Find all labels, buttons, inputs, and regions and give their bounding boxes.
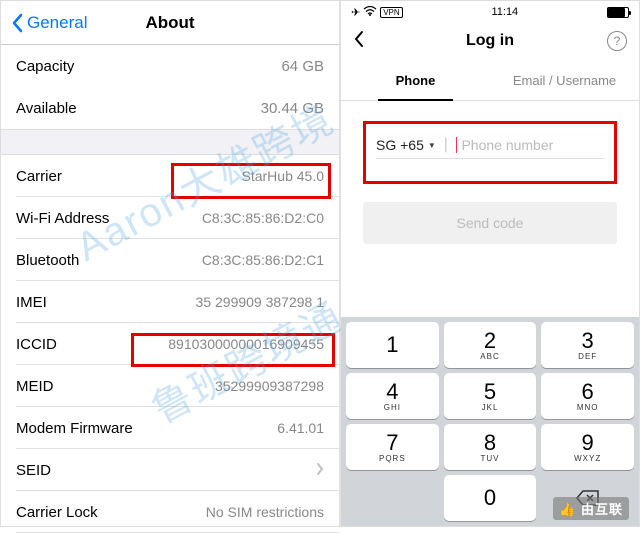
row-label: Wi-Fi Address [16,210,109,227]
chevron-left-icon [11,13,23,33]
status-bar: ✈ VPN 11:14 [341,1,639,21]
letters: GHI [384,403,401,412]
wifi-icon [363,6,377,19]
numeric-keypad: 12ABC3DEF4GHI5JKL6MNO7PQRS8TUV9WXYZ0 [341,317,639,526]
digit: 4 [386,381,398,403]
digit-key-7[interactable]: 7PQRS [346,424,439,470]
tab-phone[interactable]: Phone [341,61,490,101]
airplane-icon: ✈ [351,6,360,19]
label: Capacity [16,58,74,75]
settings-about-panel: General About Capacity 64 GB Available 3… [1,1,341,526]
blank-key [346,475,439,521]
value: 30.44 GB [261,100,324,117]
chevron-left-icon [353,29,365,49]
letters: TUV [481,454,500,463]
country-code: SG +65 [376,137,424,153]
digit: 3 [582,330,594,352]
table-row: ICCID 89103000000016909455 [1,323,339,365]
caret-down-icon: ▼ [428,141,436,150]
tab-email[interactable]: Email / Username [490,61,639,101]
table-row: Bluetooth C8:3C:85:86:D2:C1 [1,239,339,281]
letters: ABC [480,352,499,361]
value: 64 GB [281,58,324,75]
login-title: Log in [466,32,514,50]
digit-key-6[interactable]: 6MNO [541,373,634,419]
login-header: Log in ? [341,21,639,61]
digit-key-8[interactable]: 8TUV [444,424,537,470]
row-value: 35299909387298 [215,378,324,394]
nav-header: General About [1,1,339,45]
table-row: IMEI 35 299909 387298 1 [1,281,339,323]
digit: 6 [582,381,594,403]
help-button[interactable]: ? [607,31,627,51]
row-label: Bluetooth [16,252,79,269]
back-button[interactable]: General [11,13,87,33]
status-right [607,7,629,18]
send-code-button[interactable]: Send code [363,202,617,244]
row-value: No SIM restrictions [206,504,324,520]
digit: 1 [386,334,398,356]
row-value: 89103000000016909455 [168,336,324,352]
digit-key-2[interactable]: 2ABC [444,322,537,368]
row-value: C8:3C:85:86:D2:C0 [202,210,324,226]
digit: 8 [484,432,496,454]
digit: 9 [582,432,594,454]
login-panel: ✈ VPN 11:14 Log in ? Phone Email / Usern… [341,1,639,526]
letters: WXYZ [574,454,601,463]
digit: 2 [484,330,496,352]
digit-key-1[interactable]: 1 [346,322,439,368]
digit-key-3[interactable]: 3DEF [541,322,634,368]
battery-icon [607,7,629,18]
table-row: Carrier StarHub 45.0 [1,155,339,197]
table-row: MEID 35299909387298 [1,365,339,407]
row-available: Available 30.44 GB [1,87,339,129]
login-back-button[interactable] [353,29,365,54]
table-row: Modem Firmware 6.41.01 [1,407,339,449]
chevron-right-icon [316,462,324,479]
status-time: 11:14 [491,6,518,18]
letters: JKL [482,403,499,412]
phone-input-area: SG +65 ▼ | Phone number [341,101,639,184]
digit-key-0[interactable]: 0 [444,475,537,521]
table-row[interactable]: SEID [1,449,339,491]
back-label: General [27,13,87,33]
row-capacity: Capacity 64 GB [1,45,339,87]
row-label: IMEI [16,294,47,311]
digit-key-4[interactable]: 4GHI [346,373,439,419]
country-code-selector[interactable]: SG +65 ▼ [376,137,436,153]
info-table: Carrier StarHub 45.0 Wi-Fi Address C8:3C:85… [1,155,339,533]
section-gap [1,129,339,155]
row-label: Carrier Lock [16,504,98,521]
table-row: Wi-Fi Address C8:3C:85:86:D2:C0 [1,197,339,239]
digit: 0 [484,487,496,509]
row-label: ICCID [16,336,57,353]
row-value: StarHub 45.0 [242,168,325,184]
row-label: Modem Firmware [16,420,133,437]
row-label: SEID [16,462,51,479]
corner-watermark: 👍 由互联 [553,497,629,520]
phone-input-highlight: SG +65 ▼ | Phone number [363,121,617,184]
letters: MNO [577,403,599,412]
separator: | [444,136,448,154]
row-label: MEID [16,378,54,395]
row-value: C8:3C:85:86:D2:C1 [202,252,324,268]
digit: 5 [484,381,496,403]
status-left: ✈ VPN [351,6,403,19]
digit-key-5[interactable]: 5JKL [444,373,537,419]
letters: PQRS [379,454,406,463]
phone-placeholder: Phone number [461,137,553,153]
login-tabs: Phone Email / Username [341,61,639,101]
digit-key-9[interactable]: 9WXYZ [541,424,634,470]
row-label: Carrier [16,168,62,185]
row-value [310,462,324,479]
phone-input-row[interactable]: SG +65 ▼ | Phone number [376,132,604,159]
text-cursor [456,137,458,153]
vpn-badge: VPN [380,7,402,18]
row-value: 35 299909 387298 1 [196,294,324,310]
label: Available [16,100,77,117]
letters: DEF [578,352,597,361]
row-value: 6.41.01 [277,420,324,436]
digit: 7 [386,432,398,454]
